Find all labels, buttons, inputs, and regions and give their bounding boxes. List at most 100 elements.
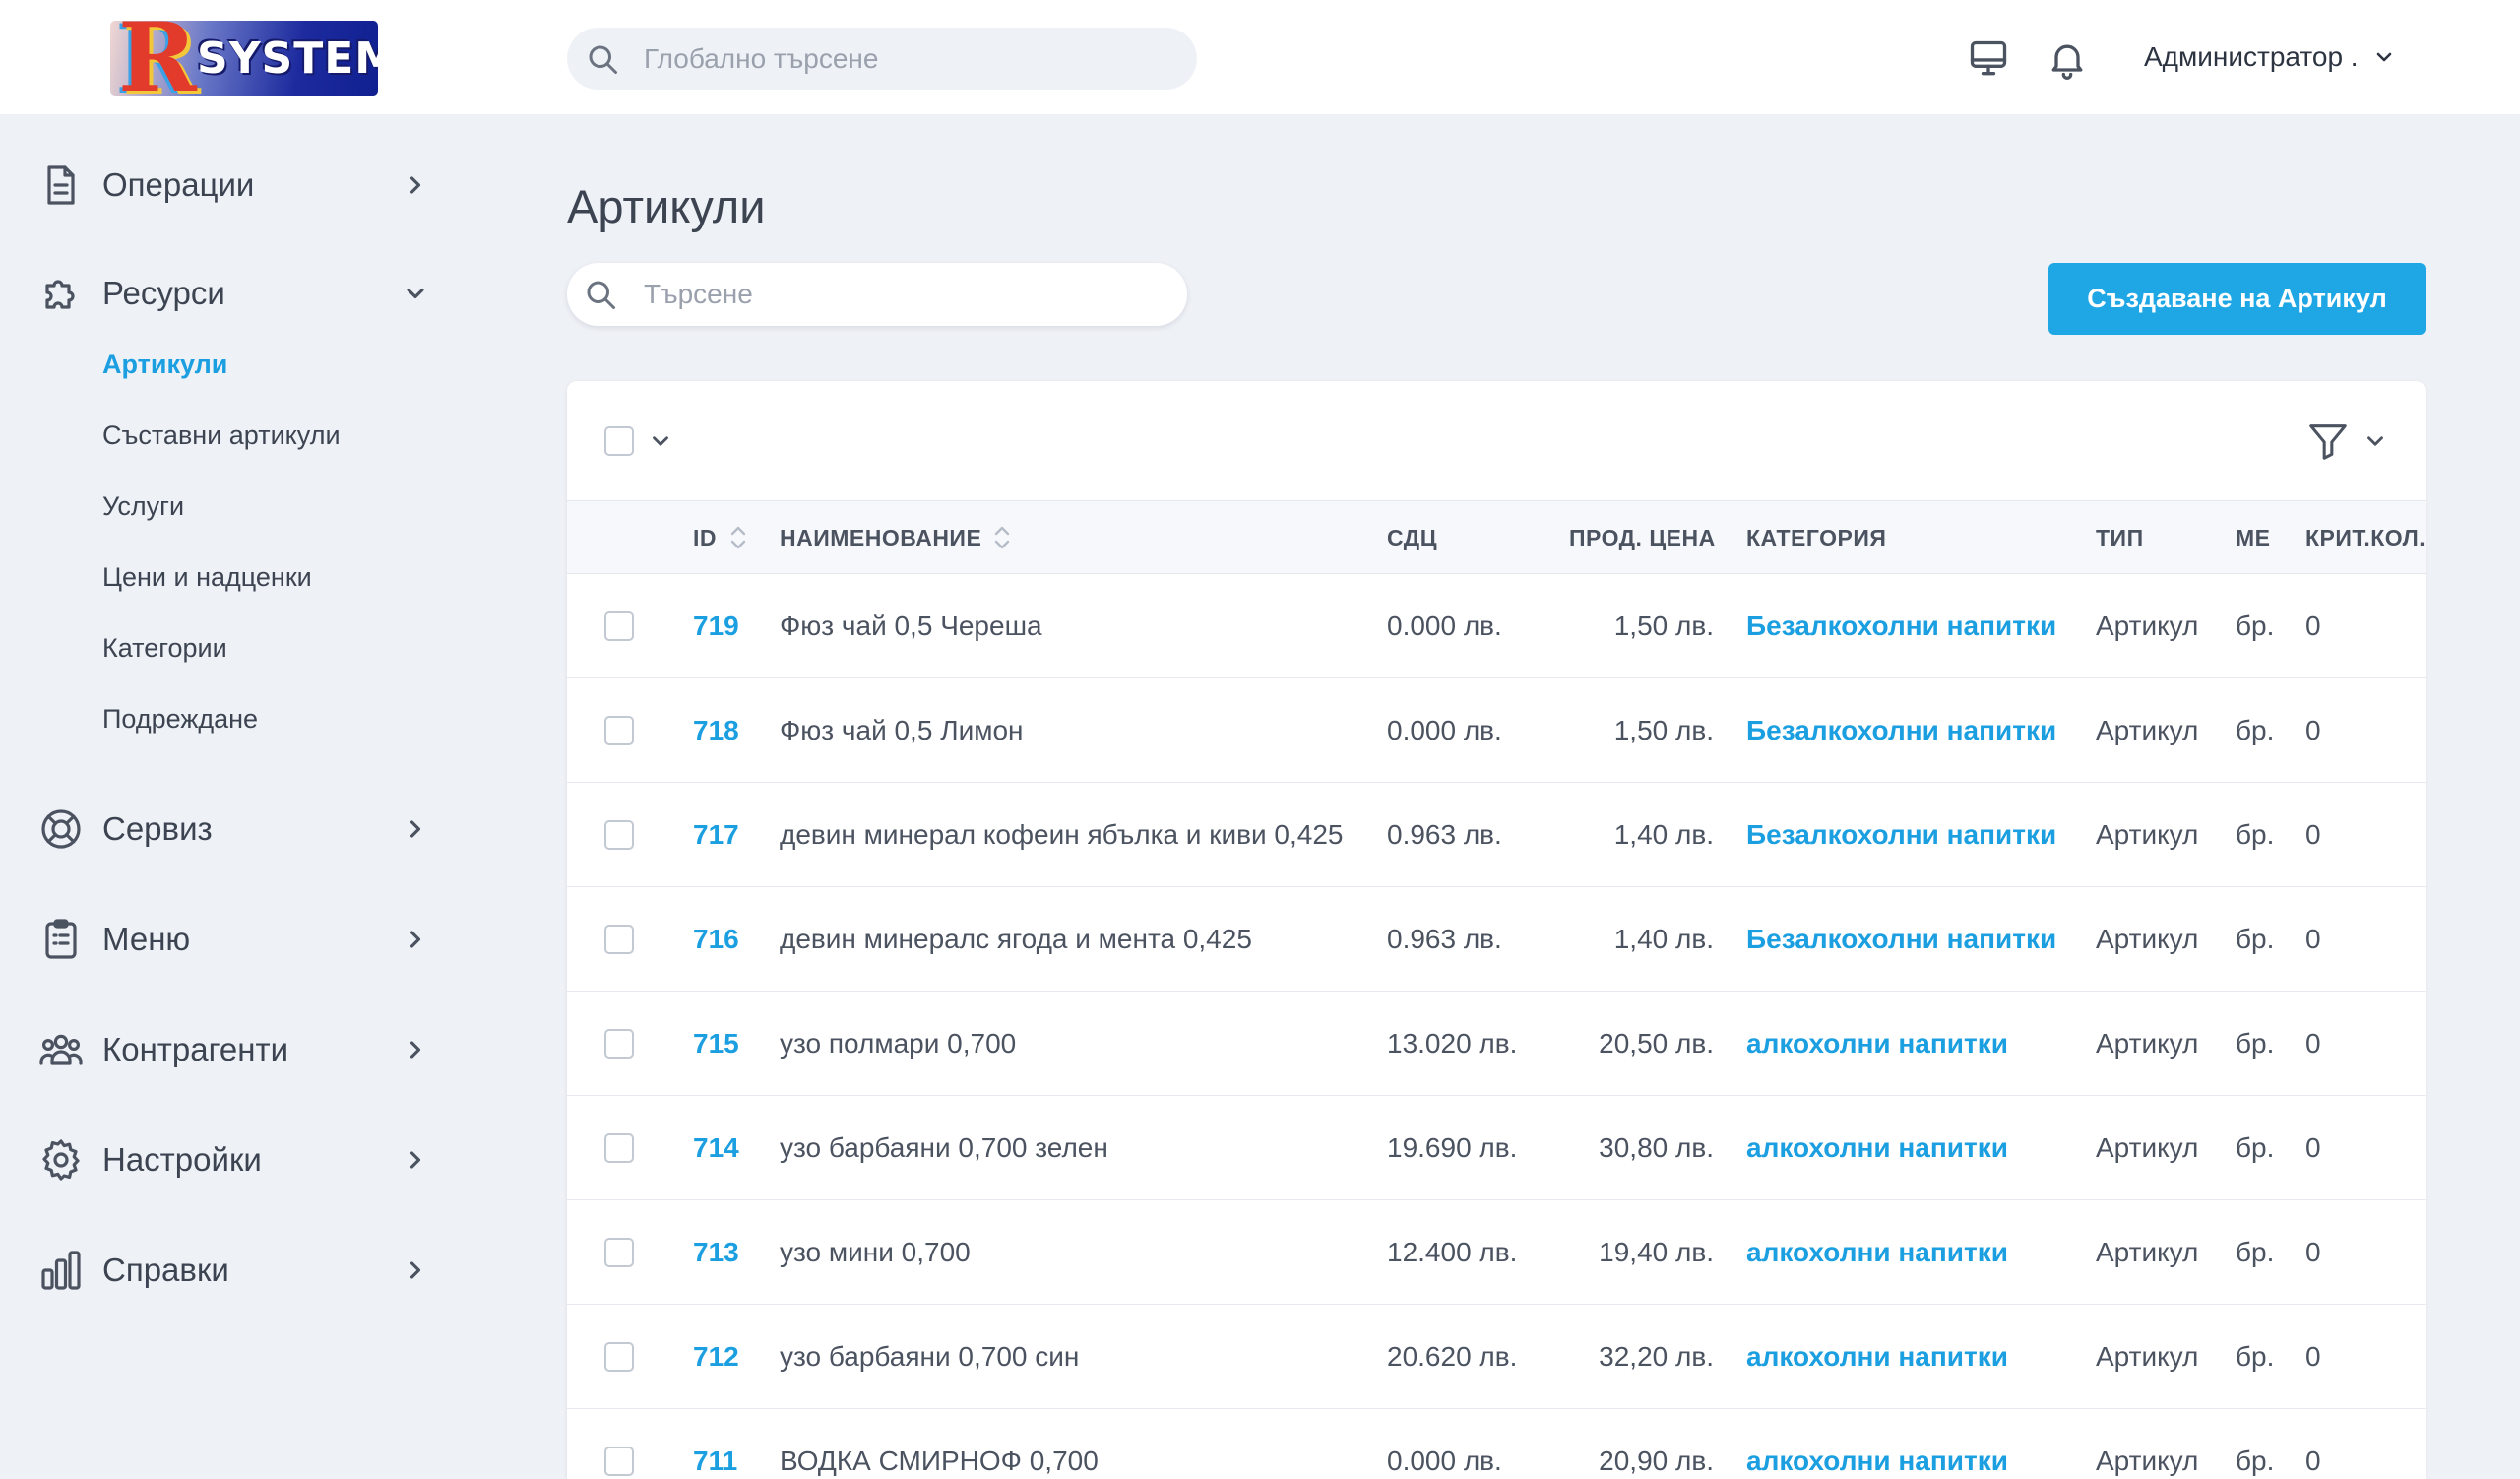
top-bar: R SYSTEM Администратор .: [0, 0, 2520, 114]
chevron-right-icon: [410, 1041, 421, 1059]
logo-text: SYSTEM: [197, 33, 378, 84]
column-header-crit-qty[interactable]: КРИТ.КОЛ.: [2305, 501, 2426, 574]
cell-unit: бр.: [2236, 1237, 2275, 1267]
table-row[interactable]: 712 узо барбаяни 0,700 син 20.620 лв. 32,20…: [567, 1305, 2426, 1409]
cell-sdc: 13.020 лв.: [1387, 1028, 1518, 1059]
sidebar-subitem-composite-articles[interactable]: Съставни артикули: [102, 416, 341, 455]
cell-id[interactable]: 718: [693, 678, 739, 783]
table-row[interactable]: 716 девин минералс ягода и мента 0,425 0.9…: [567, 887, 2426, 992]
cell-name: девин минерал кофеин ябълка и киви 0,425: [780, 819, 1344, 850]
row-checkbox[interactable]: [604, 1029, 634, 1059]
sort-icon[interactable]: [728, 522, 748, 553]
column-header-price[interactable]: ПРОД. ЦЕНА: [1569, 501, 1716, 574]
table-row[interactable]: 711 ВОДКА СМИРНОФ 0,700 0.000 лв. 20,90 лв.…: [567, 1409, 2426, 1479]
sidebar-item-label: Операции: [102, 166, 255, 203]
cell-crit-qty: 0: [2305, 715, 2321, 745]
row-checkbox[interactable]: [604, 1447, 634, 1476]
cell-category[interactable]: Безалкохолни напитки: [1746, 574, 2056, 678]
cell-type: Артикул: [2096, 1132, 2199, 1163]
table-row[interactable]: 714 узо барбаяни 0,700 зелен 19.690 лв. 30,…: [567, 1096, 2426, 1200]
table-row[interactable]: 719 Фюз чай 0,5 Череша 0.000 лв. 1,50 лв. Бе…: [567, 574, 2426, 678]
cell-type: Артикул: [2096, 611, 2199, 641]
row-checkbox[interactable]: [604, 1133, 634, 1163]
table-row[interactable]: 715 узо полмари 0,700 13.020 лв. 20,50 лв. а…: [567, 992, 2426, 1096]
user-menu[interactable]: Администратор .: [2144, 35, 2396, 79]
chevron-down-icon: [2376, 52, 2391, 62]
cell-sdc: 0.963 лв.: [1387, 924, 1502, 954]
cell-category[interactable]: алкохолни напитки: [1746, 1200, 2008, 1305]
cell-name: узо барбаяни 0,700 син: [780, 1341, 1080, 1372]
create-article-button[interactable]: Създаване на Артикул: [2048, 263, 2426, 335]
column-header-category[interactable]: КАТЕГОРИЯ: [1746, 501, 1886, 574]
sidebar-item-label: Настройки: [102, 1141, 262, 1178]
row-checkbox[interactable]: [604, 1342, 634, 1372]
cell-unit: бр.: [2236, 1446, 2275, 1476]
cell-type: Артикул: [2096, 1341, 2199, 1372]
cell-sdc: 19.690 лв.: [1387, 1132, 1518, 1163]
cell-sdc: 0.963 лв.: [1387, 819, 1502, 850]
row-checkbox[interactable]: [604, 925, 634, 954]
sidebar-item-menu[interactable]: Меню: [37, 910, 441, 969]
column-header-id[interactable]: ID: [693, 501, 717, 574]
cell-category[interactable]: Безалкохолни напитки: [1746, 783, 2056, 887]
table-row[interactable]: 718 Фюз чай 0,5 Лимон 0.000 лв. 1,50 лв. Без…: [567, 678, 2426, 783]
column-header-sdc[interactable]: СДЦ: [1387, 501, 1437, 574]
sidebar-item-reports[interactable]: Справки: [37, 1241, 441, 1300]
cell-name: узо барбаяни 0,700 зелен: [780, 1132, 1108, 1163]
cell-id[interactable]: 719: [693, 574, 739, 678]
sidebar-item-resources[interactable]: Ресурси: [37, 264, 441, 323]
logo[interactable]: R SYSTEM: [110, 21, 378, 96]
cell-name: узо мини 0,700: [780, 1237, 971, 1267]
chevron-down-icon[interactable]: [648, 428, 673, 454]
sidebar-item-contractors[interactable]: Контрагенти: [37, 1020, 441, 1079]
global-search-input[interactable]: [644, 28, 1175, 90]
row-checkbox[interactable]: [604, 820, 634, 850]
sidebar-subitem-articles[interactable]: Артикули: [102, 345, 227, 384]
table-row[interactable]: 717 девин минерал кофеин ябълка и киви 0,…: [567, 783, 2426, 887]
cell-unit: бр.: [2236, 611, 2275, 641]
cell-id[interactable]: 717: [693, 783, 739, 887]
sort-icon[interactable]: [992, 522, 1012, 553]
logo-letter: R: [118, 21, 197, 96]
row-checkbox[interactable]: [604, 611, 634, 641]
cell-category[interactable]: алкохолни напитки: [1746, 1096, 2008, 1200]
cell-category[interactable]: алкохолни напитки: [1746, 1305, 2008, 1409]
sidebar-item-settings[interactable]: Настройки: [37, 1130, 441, 1190]
lifebuoy-icon: [41, 809, 81, 849]
cell-crit-qty: 0: [2305, 1132, 2321, 1163]
bell-icon[interactable]: [2046, 37, 2089, 81]
row-checkbox[interactable]: [604, 1238, 634, 1267]
column-header-unit[interactable]: МЕ: [2236, 501, 2271, 574]
cell-unit: бр.: [2236, 819, 2275, 850]
chevron-down-icon[interactable]: [2362, 428, 2388, 454]
cell-price: 30,80 лв.: [1599, 1132, 1714, 1163]
filter-icon[interactable]: [2305, 418, 2351, 464]
row-checkbox[interactable]: [604, 716, 634, 745]
cell-category[interactable]: Безалкохолни напитки: [1746, 678, 2056, 783]
sidebar-subitem-services[interactable]: Услуги: [102, 486, 184, 526]
cell-name: девин минералс ягода и мента 0,425: [780, 924, 1252, 954]
sidebar-item-operations[interactable]: Операции: [37, 156, 441, 215]
cell-id[interactable]: 716: [693, 887, 739, 992]
cell-category[interactable]: алкохолни напитки: [1746, 1409, 2008, 1479]
document-icon: [47, 165, 75, 205]
select-all-checkbox[interactable]: [604, 426, 634, 456]
cell-id[interactable]: 715: [693, 992, 739, 1096]
cell-type: Артикул: [2096, 1446, 2199, 1476]
table-row[interactable]: 713 узо мини 0,700 12.400 лв. 19,40 лв. алко…: [567, 1200, 2426, 1305]
cell-id[interactable]: 714: [693, 1096, 739, 1200]
cell-id[interactable]: 711: [693, 1409, 737, 1479]
sidebar-subitem-prices[interactable]: Цени и надценки: [102, 557, 312, 597]
monitor-icon[interactable]: [1967, 37, 2010, 81]
cell-id[interactable]: 712: [693, 1305, 739, 1409]
cell-category[interactable]: Безалкохолни напитки: [1746, 887, 2056, 992]
cell-name: узо полмари 0,700: [780, 1028, 1017, 1059]
search-input[interactable]: [644, 263, 1166, 326]
cell-id[interactable]: 713: [693, 1200, 739, 1305]
column-header-type[interactable]: ТИП: [2096, 501, 2144, 574]
sidebar-item-service[interactable]: Сервиз: [37, 800, 441, 859]
column-header-name[interactable]: НАИМЕНОВАНИЕ: [780, 501, 981, 574]
sidebar-subitem-ordering[interactable]: Подреждане: [102, 699, 258, 739]
sidebar-subitem-categories[interactable]: Категории: [102, 628, 227, 668]
cell-category[interactable]: алкохолни напитки: [1746, 992, 2008, 1096]
